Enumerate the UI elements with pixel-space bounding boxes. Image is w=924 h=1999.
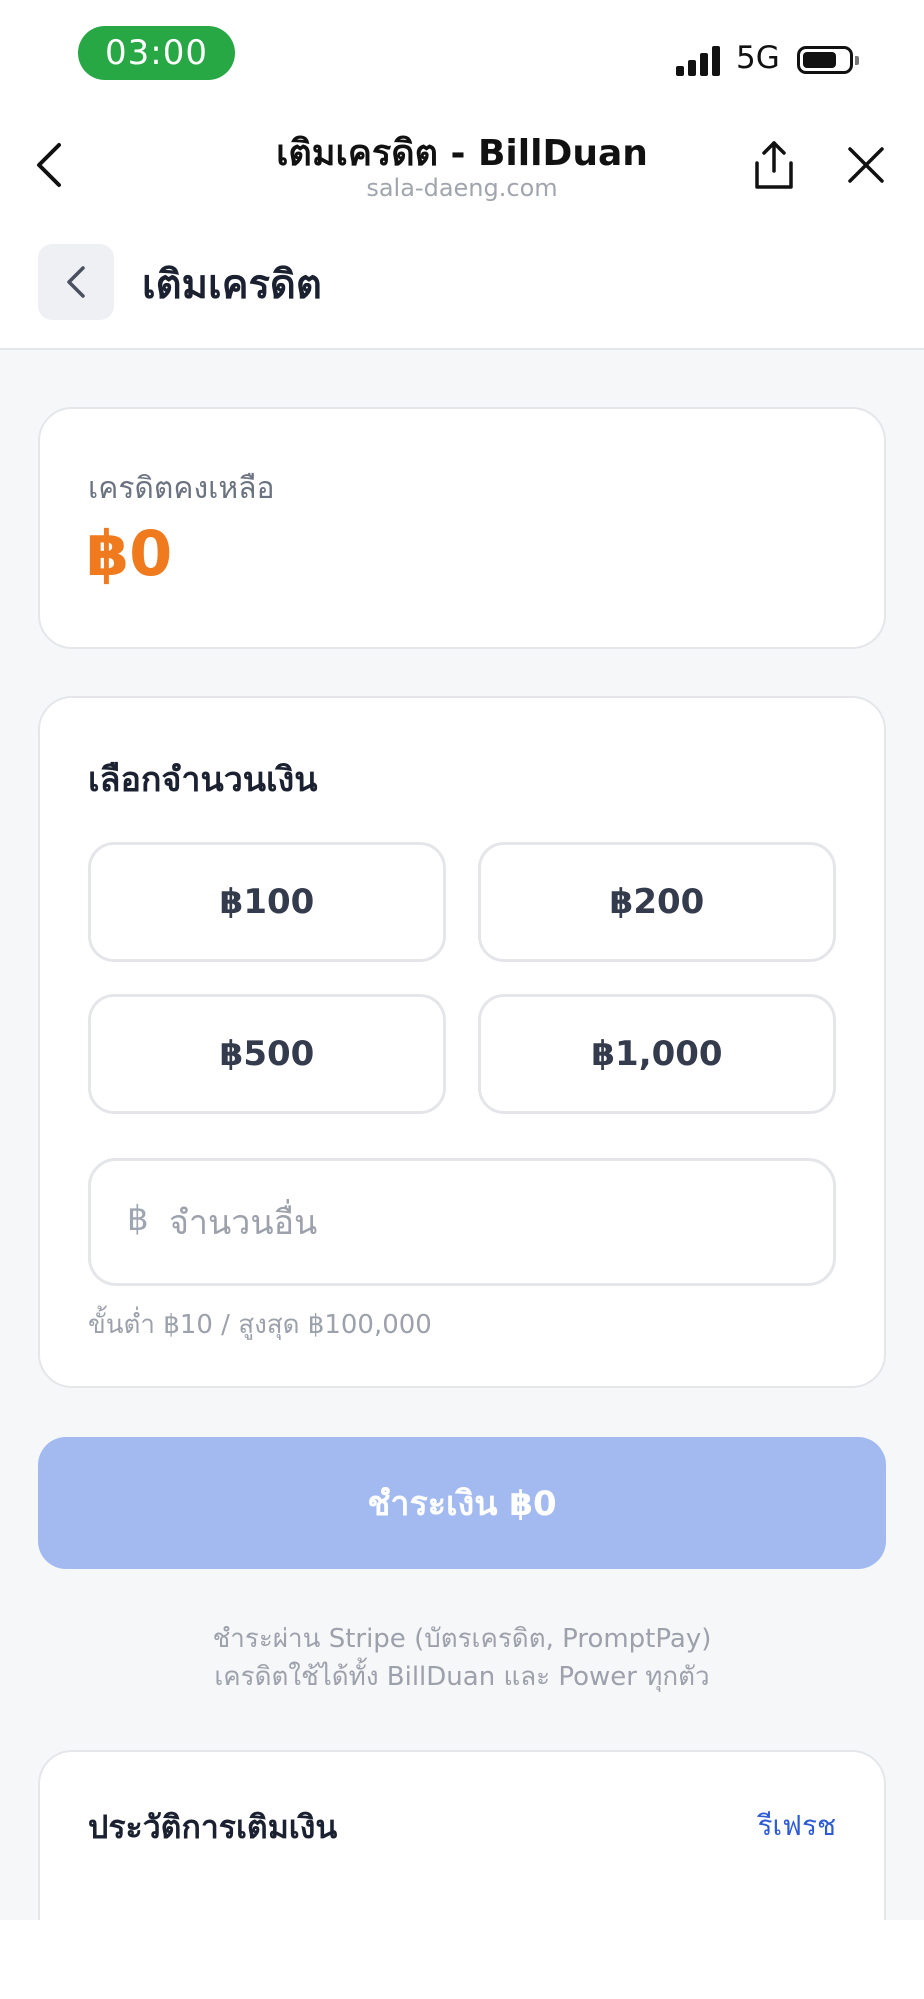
payment-note-2: เครดิตใช้ได้ทั้ง BillDuan และ Power ทุกต… xyxy=(214,1662,710,1692)
balance-card: เครดิตคงเหลือ ฿0 xyxy=(38,407,886,649)
amount-option-500[interactable]: ฿500 xyxy=(88,994,446,1114)
close-icon xyxy=(848,147,884,183)
close-button[interactable] xyxy=(836,130,896,200)
battery-icon xyxy=(797,46,859,74)
page-title: เติมเครดิต xyxy=(142,262,322,308)
refresh-button[interactable]: รีเฟรช xyxy=(758,1804,836,1848)
amount-limits: ขั้นต่ำ ฿10 / สูงสุด ฿100,000 xyxy=(88,1310,432,1340)
share-button[interactable] xyxy=(744,130,804,200)
pay-button[interactable]: ชำระเงิน ฿0 xyxy=(38,1437,886,1569)
browser-header: เติมเครดิต - BillDuan sala-daeng.com xyxy=(0,110,924,220)
page-header: เติมเครดิต xyxy=(0,220,924,350)
amount-card: เลือกจำนวนเงิน ฿100 ฿200 ฿500 ฿1,000 ฿ ข… xyxy=(38,696,886,1388)
history-title: ประวัติการเติมเงิน xyxy=(88,1808,338,1846)
status-time: 03:00 xyxy=(78,26,235,80)
custom-amount-field[interactable]: ฿ xyxy=(88,1158,836,1286)
share-icon xyxy=(755,141,793,189)
signal-icon xyxy=(676,46,724,76)
custom-amount-input[interactable] xyxy=(167,1187,791,1259)
amount-option-1000[interactable]: ฿1,000 xyxy=(478,994,836,1114)
status-bar: 03:00 5G xyxy=(0,0,924,110)
balance-label: เครดิตคงเหลือ xyxy=(88,471,275,506)
network-type: 5G xyxy=(736,40,780,76)
amount-section-title: เลือกจำนวนเงิน xyxy=(88,760,318,800)
balance-value: ฿0 xyxy=(86,517,173,590)
chevron-left-icon xyxy=(67,266,85,298)
amount-option-100[interactable]: ฿100 xyxy=(88,842,446,962)
page-back-button[interactable] xyxy=(38,244,114,320)
amount-option-200[interactable]: ฿200 xyxy=(478,842,836,962)
payment-note-1: ชำระผ่าน Stripe (บัตรเครดิต, PromptPay) xyxy=(212,1624,712,1654)
currency-symbol: ฿ xyxy=(127,1199,149,1239)
bottom-area xyxy=(0,1920,924,1999)
